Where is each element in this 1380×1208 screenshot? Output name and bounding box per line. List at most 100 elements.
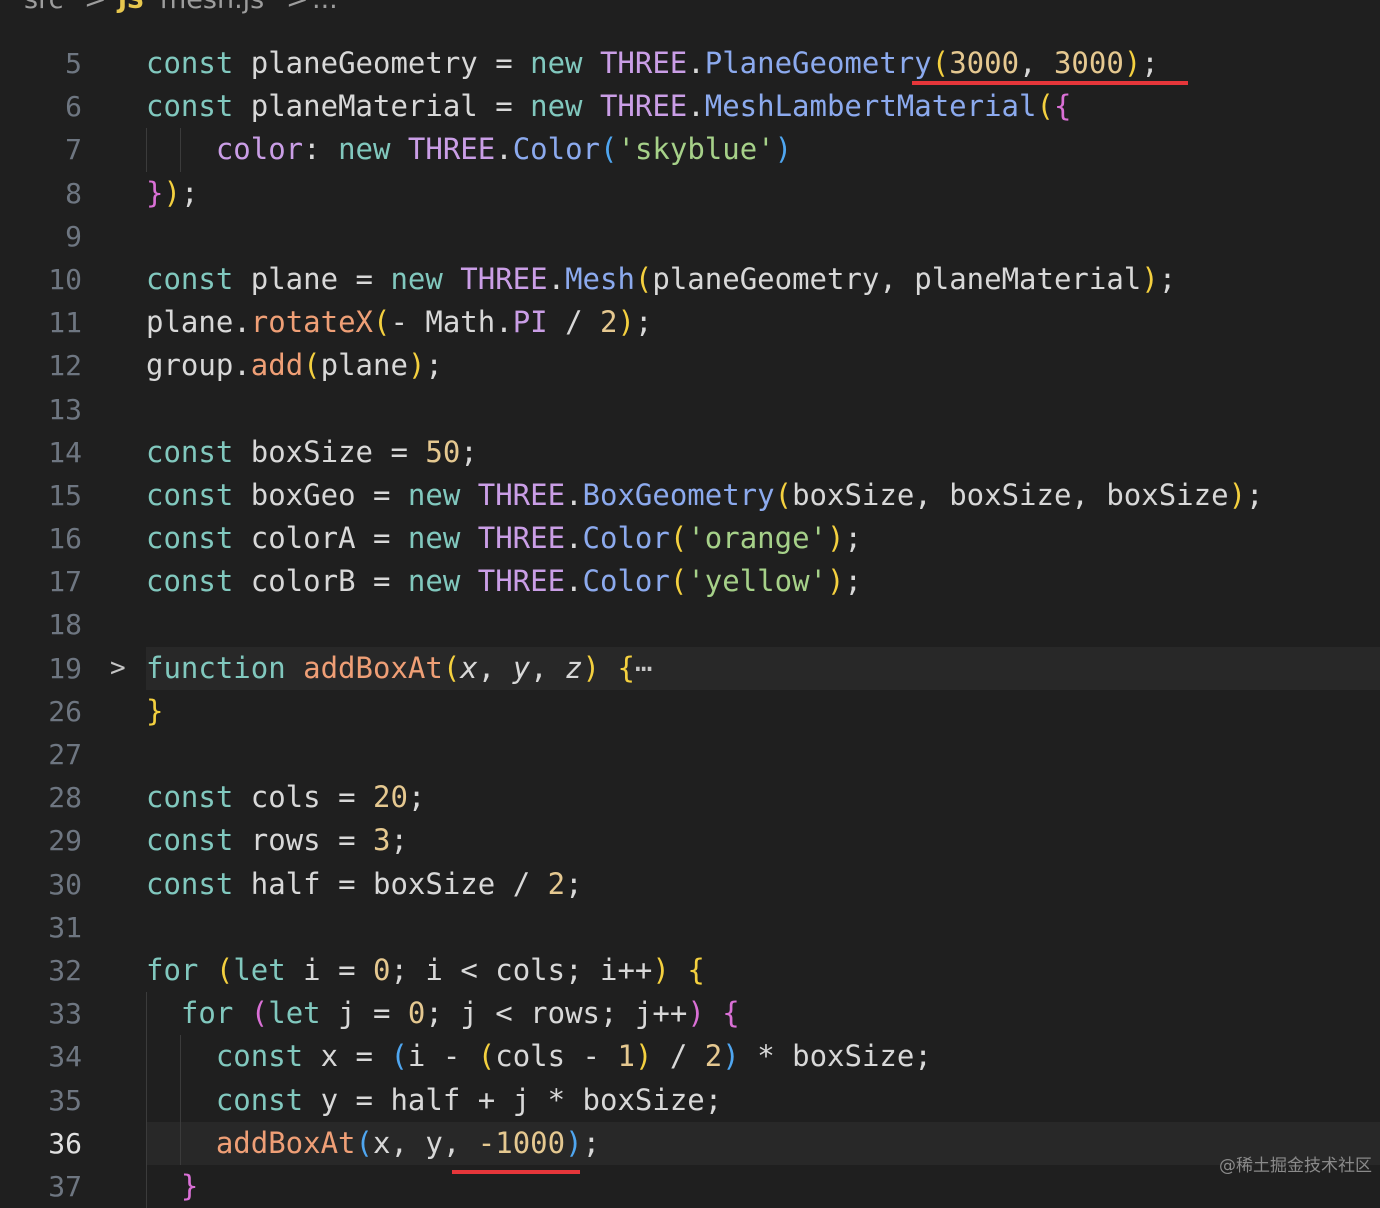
code-token: ( (634, 261, 653, 296)
code-token: group (146, 348, 234, 383)
code-line[interactable]: 11 plane.rotateX(- Math.PI / 2); (0, 301, 1380, 344)
code-token: = (338, 952, 373, 987)
code-token: const (146, 434, 251, 469)
watermark: @稀土掘金技术社区 (1219, 1156, 1372, 1176)
code-line[interactable]: 12 group.add(plane); (0, 344, 1380, 387)
code-token: 1 (617, 1039, 635, 1074)
code-line[interactable]: 35 const y = half + j * boxSize; (0, 1078, 1380, 1122)
code-line[interactable]: 31 (0, 906, 1380, 949)
code-text: addBoxAt(x, y, -1000); (146, 1122, 600, 1165)
code-token: 2 (704, 1039, 723, 1074)
code-line[interactable]: 18 (0, 603, 1380, 646)
code-text: group.add(plane); (146, 344, 443, 387)
code-line[interactable]: 26} (0, 690, 1380, 733)
code-line[interactable]: 17 const colorB = new THREE.Color('yellow… (0, 560, 1380, 603)
code-token: ; (460, 434, 478, 469)
code-line[interactable]: 33 for (let j = 0; j < rows; j++) { (0, 992, 1380, 1036)
code-token: = (373, 996, 408, 1031)
code-token: const (146, 823, 251, 858)
code-token: Color (512, 132, 601, 167)
code-text: const half = boxSize / 2; (146, 863, 583, 906)
breadcrumb-file[interactable]: mesh.js (160, 0, 264, 16)
code-token: THREE (477, 521, 566, 556)
code-line[interactable]: 19 > function addBoxAt(x, y, z) {⋯ (0, 646, 1380, 691)
code-line[interactable]: 16 const colorA = new THREE.Color('orange… (0, 517, 1380, 560)
code-token: for (180, 996, 251, 1031)
code-token: ; (390, 823, 408, 858)
code-line[interactable]: 5 const planeGeometry = new THREE.PlaneGe… (0, 42, 1380, 85)
code-editor[interactable]: 5 const planeGeometry = new THREE.PlaneGe… (0, 42, 1380, 1208)
code-token: colorB (250, 564, 373, 599)
code-token: THREE (407, 132, 496, 167)
code-token: function (146, 650, 304, 685)
code-line[interactable]: 29 const rows = 3; (0, 819, 1380, 862)
code-token: ( (250, 996, 269, 1031)
code-line[interactable]: 13 (0, 388, 1380, 431)
code-token: Mesh (565, 261, 635, 296)
code-token: ; (844, 564, 862, 599)
code-line[interactable]: 6 const planeMaterial = new THREE.MeshLam… (0, 85, 1380, 128)
code-token: plane (320, 348, 408, 383)
code-token: const (146, 780, 251, 815)
code-token: ++ (652, 996, 688, 1031)
code-line[interactable]: 9 (0, 215, 1380, 258)
code-token: < (495, 996, 531, 1031)
code-token: z (565, 650, 583, 685)
code-token: { (722, 996, 740, 1031)
code-token: ) (827, 564, 845, 599)
code-token: const (146, 866, 251, 901)
breadcrumb-separator-1: > (84, 0, 107, 16)
code-token: , (442, 1125, 478, 1160)
code-token: ( (774, 477, 793, 512)
code-token: MeshLambertMaterial (704, 89, 1037, 124)
code-token: ) (565, 1125, 583, 1160)
code-token: ( (303, 348, 321, 383)
fold-chevron-icon[interactable]: > (110, 647, 130, 690)
code-token: BoxGeometry (582, 477, 775, 512)
code-line[interactable]: 27 (0, 733, 1380, 776)
code-line[interactable]: 15 const boxGeo = new THREE.BoxGeometry(b… (0, 474, 1380, 517)
code-line[interactable]: 30 const half = boxSize / 2; (0, 863, 1380, 906)
code-text: const colorA = new THREE.Color('orange')… (146, 517, 862, 560)
code-token: planeMaterial (250, 89, 496, 124)
code-token: j (634, 996, 653, 1031)
code-token: ) (582, 650, 601, 685)
code-token: addBoxAt (215, 1125, 356, 1160)
code-line[interactable]: 36 addBoxAt(x, y, -1000); (0, 1121, 1380, 1166)
code-token: = (355, 1039, 391, 1074)
code-token: rows (530, 996, 600, 1031)
code-line[interactable]: 10 const plane = new THREE.Mesh(planeGeom… (0, 258, 1380, 301)
code-token: 3 (373, 823, 391, 858)
code-line[interactable]: 8}); (0, 172, 1380, 215)
code-token: cols (495, 1039, 583, 1074)
code-line[interactable]: 28 const cols = 20; (0, 776, 1380, 819)
code-token: new (390, 261, 461, 296)
code-line[interactable]: 7 color: new THREE.Color('skyblue') (0, 128, 1380, 172)
code-token: { (1053, 89, 1072, 124)
code-line[interactable]: 14 const boxSize = 50; (0, 431, 1380, 474)
code-token: x (460, 650, 478, 685)
code-token: + (477, 1082, 513, 1117)
code-token: - (442, 1039, 478, 1074)
code-token: , (477, 650, 513, 685)
code-token: add (250, 348, 304, 383)
code-line[interactable]: 34 const x = (i - (cols - 1) / 2) * boxS… (0, 1035, 1380, 1079)
code-line[interactable]: 37 } (0, 1164, 1380, 1208)
code-line[interactable]: 32 for (let i = 0; i < cols; i++) { (0, 949, 1380, 992)
line-number: 9 (65, 219, 82, 253)
code-token: ) (1228, 477, 1247, 512)
code-text: } (146, 690, 163, 733)
breadcrumb-folder[interactable]: src (24, 0, 63, 16)
code-token: i (600, 952, 618, 987)
code-text: for (let j = 0; j < rows; j++) { (146, 992, 740, 1035)
code-token: plane (250, 261, 356, 296)
line-number: 14 (48, 435, 82, 469)
code-token: plane (146, 305, 234, 340)
code-token: ( (442, 650, 461, 685)
line-number: 19 (48, 651, 82, 685)
annotation-underline-plane-size (912, 81, 1188, 85)
breadcrumb-symbol-path[interactable]: ... (312, 0, 338, 16)
